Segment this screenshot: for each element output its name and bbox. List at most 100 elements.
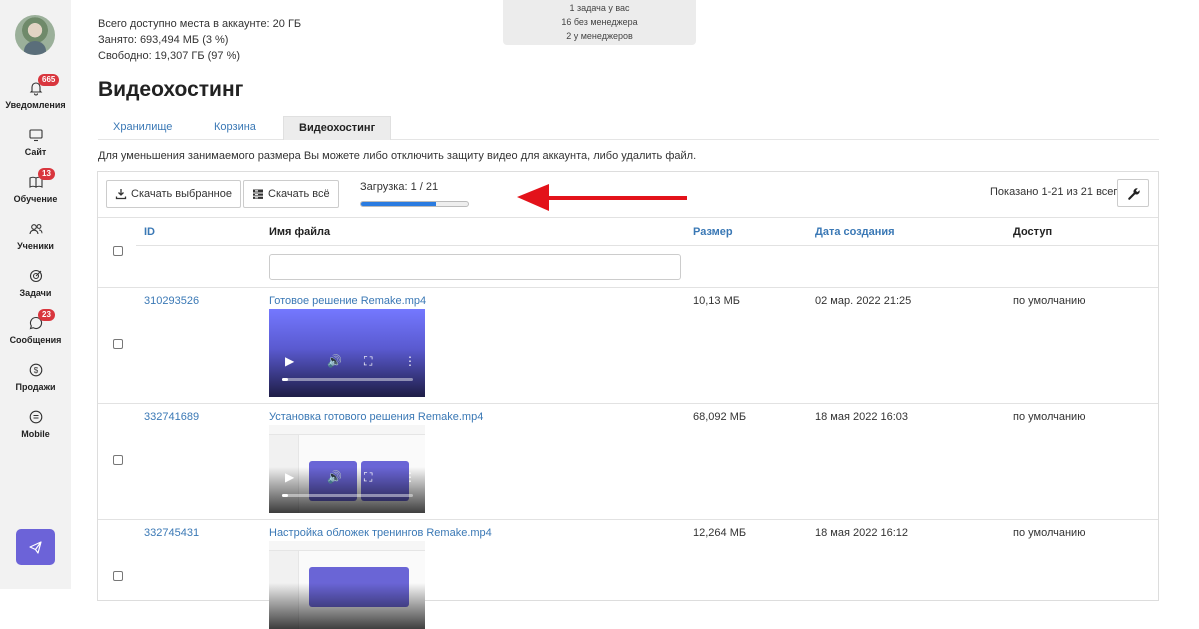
screenshot-topbar <box>269 541 425 551</box>
send-icon <box>29 541 42 554</box>
upload-progress-bar <box>360 201 469 207</box>
row-date: 02 мар. 2022 21:25 <box>815 295 912 307</box>
row-id[interactable]: 310293526 <box>144 295 199 307</box>
more-icon[interactable]: ⋮ <box>404 469 416 485</box>
video-preview[interactable]: ▶ 🔊 ⛶ ⋮ <box>269 309 425 397</box>
sidebar-item-label: Сайт <box>24 147 47 157</box>
archive-icon <box>253 189 263 199</box>
sidebar-item-notifications[interactable]: 665 Уведомления <box>0 74 71 110</box>
tasks-unassigned: 16 без менеджера <box>561 17 638 27</box>
settings-button[interactable] <box>1117 179 1149 207</box>
row-access: по умолчанию <box>1013 411 1086 423</box>
video-scrubber[interactable] <box>282 494 413 497</box>
row-filename[interactable]: Готовое решение Remake.mp4 <box>269 295 426 307</box>
download-all-button[interactable]: Скачать всё <box>243 180 339 208</box>
tab-storage[interactable]: Хранилище <box>98 116 187 140</box>
files-panel <box>97 171 1159 601</box>
play-icon[interactable]: ▶ <box>285 353 294 369</box>
col-header-access: Доступ <box>1013 226 1053 238</box>
avatar[interactable] <box>15 15 55 55</box>
row-access: по умолчанию <box>1013 295 1086 307</box>
storage-total: Всего доступно места в аккаунте: 20 ГБ <box>98 18 302 30</box>
download-all-label: Скачать всё <box>268 188 330 200</box>
tab-trash[interactable]: Корзина <box>199 116 271 140</box>
sidebar-item-site[interactable]: Сайт <box>0 127 71 157</box>
telegram-button[interactable] <box>16 529 55 565</box>
volume-icon[interactable]: 🔊 <box>327 353 342 369</box>
row-divider <box>98 519 1158 520</box>
video-scrubber[interactable] <box>282 378 413 381</box>
row-access: по умолчанию <box>1013 527 1086 539</box>
row-divider <box>98 287 1158 288</box>
svg-text:$: $ <box>33 366 38 375</box>
download-icon <box>115 189 127 200</box>
tab-videohosting[interactable]: Видеохостинг <box>283 116 392 140</box>
row-size: 10,13 МБ <box>693 295 740 307</box>
col-header-name: Имя файла <box>269 226 331 238</box>
download-selected-button[interactable]: Скачать выбранное <box>106 180 241 208</box>
download-selected-label: Скачать выбранное <box>131 188 232 200</box>
learning-badge: 13 <box>38 168 55 180</box>
sidebar-item-label: Обучение <box>13 194 58 204</box>
sidebar-item-mobile[interactable]: Mobile <box>0 409 71 439</box>
messages-badge: 23 <box>38 309 55 321</box>
upload-progress-fill <box>361 202 436 206</box>
row-size: 12,264 МБ <box>693 527 747 539</box>
notifications-badge: 665 <box>38 74 60 86</box>
fullscreen-icon[interactable]: ⛶ <box>364 469 372 485</box>
tasks-managers: 2 у менеджеров <box>566 31 633 41</box>
select-all-checkbox[interactable] <box>113 246 123 256</box>
video-shade <box>269 583 425 629</box>
upload-status: Загрузка: 1 / 21 <box>360 181 439 193</box>
row-checkbox[interactable] <box>113 339 123 349</box>
fullscreen-icon[interactable]: ⛶ <box>364 353 372 369</box>
col-header-id[interactable]: ID <box>144 226 155 238</box>
tasks-mine: 1 задача у вас <box>569 3 630 13</box>
sidebar-item-messages[interactable]: 23 Сообщения <box>0 309 71 345</box>
row-id[interactable]: 332741689 <box>144 411 199 423</box>
row-id[interactable]: 332745431 <box>144 527 199 539</box>
sidebar-item-label: Уведомления <box>5 100 66 110</box>
users-icon <box>28 224 42 235</box>
sidebar: 665 Уведомления Сайт 13 Обучение Ученики… <box>0 0 71 589</box>
video-controls: ▶ 🔊 ⛶ ⋮ <box>269 353 425 369</box>
sidebar-item-label: Mobile <box>21 429 50 439</box>
monitor-icon <box>28 129 43 142</box>
tasks-summary[interactable]: 1 задача у вас 16 без менеджера 2 у мене… <box>503 0 696 45</box>
storage-free: Свободно: 19,307 ГБ (97 %) <box>98 50 241 62</box>
row-checkbox[interactable] <box>113 571 123 581</box>
sidebar-item-label: Ученики <box>17 241 54 251</box>
screenshot-topbar <box>269 425 425 435</box>
volume-icon[interactable]: 🔊 <box>327 469 342 485</box>
col-header-date[interactable]: Дата создания <box>815 226 895 238</box>
tabs: Хранилище Корзина Видеохостинг <box>98 116 1159 140</box>
sidebar-item-learning[interactable]: 13 Обучение <box>0 168 71 204</box>
wrench-icon <box>1128 188 1140 200</box>
play-icon[interactable]: ▶ <box>285 469 294 485</box>
row-checkbox[interactable] <box>113 455 123 465</box>
col-header-size[interactable]: Размер <box>693 226 733 238</box>
sidebar-item-students[interactable]: Ученики <box>0 221 71 251</box>
sidebar-item-label: Сообщения <box>9 335 62 345</box>
table-top-border <box>98 217 1158 218</box>
row-date: 18 мая 2022 16:03 <box>815 411 909 423</box>
row-size: 68,092 МБ <box>693 411 747 423</box>
row-filename[interactable]: Установка готового решения Remake.mp4 <box>269 411 483 423</box>
row-date: 18 мая 2022 16:12 <box>815 527 909 539</box>
mobile-icon <box>29 410 42 424</box>
filename-filter-input[interactable] <box>269 254 681 280</box>
video-preview[interactable] <box>269 541 425 629</box>
sidebar-item-sales[interactable]: $ Продажи <box>0 362 71 392</box>
hint-text: Для уменьшения занимаемого размера Вы мо… <box>98 150 697 162</box>
sidebar-item-label: Задачи <box>19 288 52 298</box>
more-icon[interactable]: ⋮ <box>404 353 416 369</box>
sidebar-item-tasks[interactable]: Задачи <box>0 268 71 298</box>
row-divider <box>98 403 1158 404</box>
target-icon <box>29 269 42 283</box>
page-title: Видеохостинг <box>98 78 244 101</box>
header-divider <box>136 245 1158 246</box>
row-filename[interactable]: Настройка обложек тренингов Remake.mp4 <box>269 527 492 539</box>
dollar-icon: $ <box>29 363 42 377</box>
video-controls: ▶ 🔊 ⛶ ⋮ <box>269 469 425 485</box>
video-preview[interactable]: ▶ 🔊 ⛶ ⋮ <box>269 425 425 513</box>
